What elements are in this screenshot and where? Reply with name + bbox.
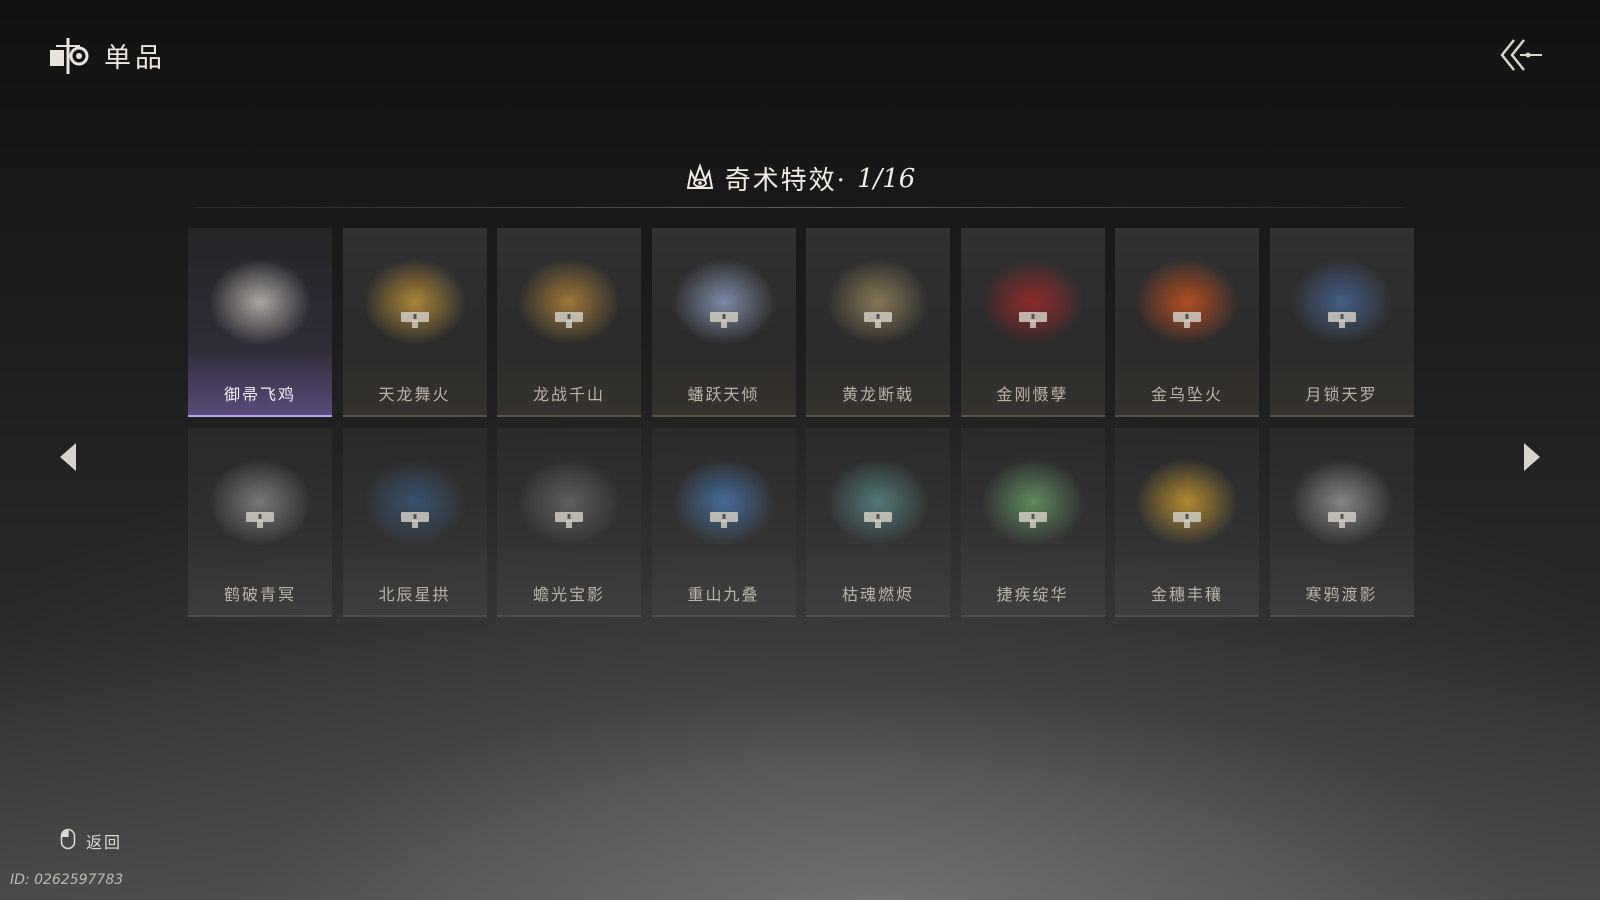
lock-icon <box>1018 312 1047 328</box>
effect-name: 鹤破青冥 <box>223 585 296 604</box>
effect-card[interactable]: 重山九叠 <box>651 428 796 617</box>
effect-name: 御帚飞鸡 <box>223 385 296 404</box>
lock-icon <box>1173 512 1201 528</box>
effect-name: 重山九叠 <box>687 585 760 604</box>
section-divider <box>196 207 1404 208</box>
lock-icon <box>400 312 429 328</box>
collection-count: 1/16 <box>856 163 916 194</box>
effect-artwork <box>661 238 786 366</box>
lock-icon <box>1327 512 1356 528</box>
effect-artwork <box>352 238 477 366</box>
effect-name: 捷疾绽华 <box>996 585 1069 604</box>
effect-artwork <box>661 438 786 566</box>
effect-card[interactable]: 金穗丰穰 <box>1115 428 1259 617</box>
effect-card[interactable]: 寒鸦渡影 <box>1269 428 1414 617</box>
effect-artwork <box>970 438 1095 566</box>
lock-icon <box>400 512 429 528</box>
effect-card[interactable]: 天龙舞火 <box>342 228 487 417</box>
lock-icon <box>1018 512 1047 528</box>
back-hint-label: 返回 <box>86 833 123 852</box>
lock-icon <box>555 312 583 328</box>
effect-name: 蟠跃天倾 <box>687 385 760 404</box>
effect-name: 黄龙断戟 <box>841 385 914 404</box>
effect-name: 枯魂燃烬 <box>841 585 914 604</box>
mouse-icon <box>60 828 76 854</box>
section-label: 奇术特效· <box>724 166 847 196</box>
effect-card[interactable]: 金乌坠火 <box>1115 228 1259 417</box>
double-chevron-back-icon[interactable] <box>1498 36 1544 74</box>
effect-artwork <box>970 238 1095 366</box>
effect-name: 金刚慑孽 <box>996 385 1069 404</box>
page-title: 单品 <box>104 42 166 74</box>
triangle-right-icon[interactable] <box>1520 441 1542 473</box>
effect-card[interactable]: 御帚飞鸡 <box>188 228 332 417</box>
page-header: 单品 <box>48 34 166 76</box>
flame-eye-icon <box>685 162 715 196</box>
triangle-left-icon[interactable] <box>58 441 80 473</box>
section-header: 奇术特效· 1/16 <box>0 160 1600 197</box>
effect-artwork <box>1125 438 1249 566</box>
effect-name: 寒鸦渡影 <box>1305 585 1378 604</box>
effect-card[interactable]: 捷疾绽华 <box>960 428 1105 617</box>
back-hint[interactable]: 返回 <box>60 828 122 854</box>
effect-artwork <box>816 438 940 566</box>
item-grid: 御帚飞鸡 天龙舞火 龙战千山 蟠跃天倾 黄龙断戟 金刚慑孽 金乌坠火 月锁天罗鹤破青冥 北辰星拱… <box>188 228 1414 617</box>
effect-artwork <box>507 238 631 366</box>
effect-artwork <box>1279 438 1404 566</box>
effect-artwork <box>198 438 322 566</box>
effect-artwork <box>507 438 631 566</box>
effect-card[interactable]: 北辰星拱 <box>342 428 487 617</box>
effect-name: 龙战千山 <box>532 385 605 404</box>
effect-name: 北辰星拱 <box>378 585 451 604</box>
effect-artwork <box>1125 238 1249 366</box>
lock-icon <box>555 512 583 528</box>
effect-card[interactable]: 月锁天罗 <box>1269 228 1414 417</box>
item-emblem-icon <box>48 34 90 76</box>
effect-card[interactable]: 龙战千山 <box>497 228 641 417</box>
lock-icon <box>709 312 738 328</box>
effect-card[interactable]: 鹤破青冥 <box>188 428 332 617</box>
lock-icon <box>1327 312 1356 328</box>
effect-name: 蟾光宝影 <box>532 585 605 604</box>
effect-name: 月锁天罗 <box>1305 385 1378 404</box>
effect-name: 金乌坠火 <box>1150 385 1223 404</box>
effect-name: 金穗丰穰 <box>1150 585 1223 604</box>
effect-artwork <box>816 238 940 366</box>
effect-artwork <box>198 238 322 366</box>
lock-icon <box>864 512 892 528</box>
effect-card[interactable]: 黄龙断戟 <box>806 228 950 417</box>
effect-card[interactable]: 枯魂燃烬 <box>806 428 950 617</box>
effect-artwork <box>1279 238 1404 366</box>
player-id: ID: 0262597783 <box>10 872 124 888</box>
effect-name: 天龙舞火 <box>378 385 451 404</box>
lock-icon <box>246 512 274 528</box>
lock-icon <box>864 312 892 328</box>
effect-card[interactable]: 金刚慑孽 <box>960 228 1105 417</box>
effect-card[interactable]: 蟠跃天倾 <box>651 228 796 417</box>
effect-card[interactable]: 蟾光宝影 <box>497 428 641 617</box>
lock-icon <box>1173 312 1201 328</box>
lock-icon <box>709 512 738 528</box>
effect-artwork <box>352 438 477 566</box>
